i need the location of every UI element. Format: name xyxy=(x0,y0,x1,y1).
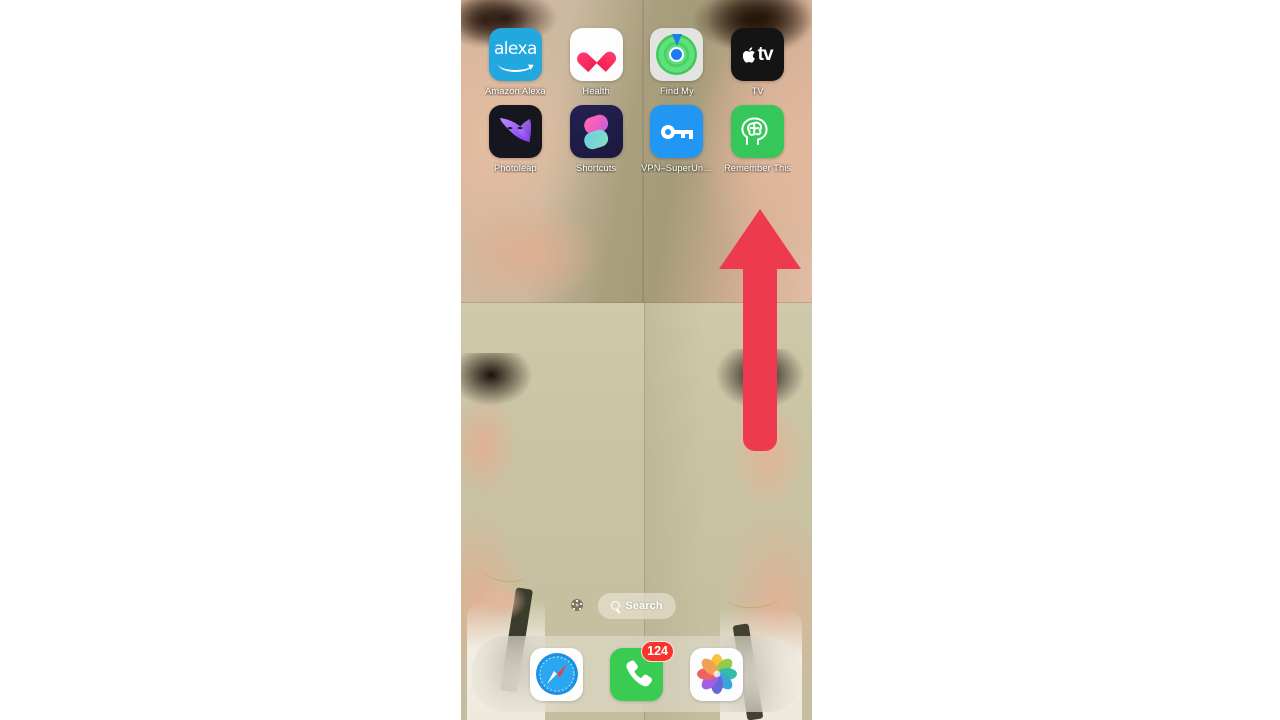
app-photoleap[interactable]: Photoleap xyxy=(475,105,556,173)
search-button[interactable]: Search xyxy=(597,593,676,619)
wallpaper-figure-arm xyxy=(469,183,619,303)
screenshot-stage: alexa Amazon Alexa Health Find My tv TV … xyxy=(0,0,1280,720)
app-vpn-superunlimited[interactable]: VPN–SuperUn… xyxy=(637,105,718,173)
app-label: Find My xyxy=(659,86,694,96)
app-amazon-alexa[interactable]: alexa Amazon Alexa xyxy=(475,28,556,96)
dock-app-photos[interactable] xyxy=(690,647,743,701)
alexa-icon[interactable]: alexa xyxy=(488,28,542,81)
key-icon[interactable] xyxy=(650,105,704,158)
dock: 124 xyxy=(472,636,801,712)
page-dots-cluster xyxy=(571,599,583,611)
fox-icon[interactable] xyxy=(488,105,542,158)
app-health[interactable]: Health xyxy=(556,28,637,96)
search-icon xyxy=(610,601,620,611)
apple-tv-icon[interactable]: tv xyxy=(731,28,785,81)
search-label: Search xyxy=(625,600,663,612)
apple-logo-icon xyxy=(742,46,757,63)
radar-pin-icon xyxy=(671,34,682,46)
app-remember-this[interactable]: Remember This xyxy=(717,105,798,173)
wallpaper-hand-left xyxy=(475,578,531,624)
app-tv[interactable]: tv TV xyxy=(717,28,798,96)
phone-screen: alexa Amazon Alexa Health Find My tv TV … xyxy=(461,0,812,720)
shortcuts-icon[interactable] xyxy=(569,105,623,158)
app-label: Amazon Alexa xyxy=(485,86,546,96)
dock-app-safari[interactable] xyxy=(530,647,583,701)
safari-compass-icon[interactable] xyxy=(530,647,583,701)
heart-glyph xyxy=(584,43,609,66)
app-label: Shortcuts xyxy=(576,163,617,173)
app-label: Remember This xyxy=(723,163,792,173)
app-label: TV xyxy=(751,86,764,96)
app-grid: alexa Amazon Alexa Health Find My tv TV … xyxy=(461,28,812,173)
app-label: VPN–SuperUn… xyxy=(641,163,713,173)
radar-center-dot xyxy=(669,47,685,62)
alexa-smile-icon xyxy=(497,56,533,72)
apple-tv-tv-text: tv xyxy=(757,43,774,65)
app-find-my[interactable]: Find My xyxy=(637,28,718,96)
app-label: Photoleap xyxy=(493,163,537,173)
app-shortcuts[interactable]: Shortcuts xyxy=(556,105,637,173)
phone-badge: 124 xyxy=(641,640,674,662)
photos-flower-icon[interactable] xyxy=(690,647,743,701)
key-glyph xyxy=(660,124,693,139)
page-dots-icon[interactable] xyxy=(570,598,584,612)
radar-icon[interactable] xyxy=(650,28,704,81)
dock-app-phone[interactable]: 124 xyxy=(610,640,674,701)
key-tooth-outer xyxy=(688,129,693,139)
brain-head-icon[interactable] xyxy=(731,105,785,158)
key-tooth-inner xyxy=(681,129,685,138)
heart-icon[interactable] xyxy=(569,28,623,81)
apple-tv-wordmark: tv xyxy=(742,43,774,66)
app-label: Health xyxy=(582,86,610,96)
